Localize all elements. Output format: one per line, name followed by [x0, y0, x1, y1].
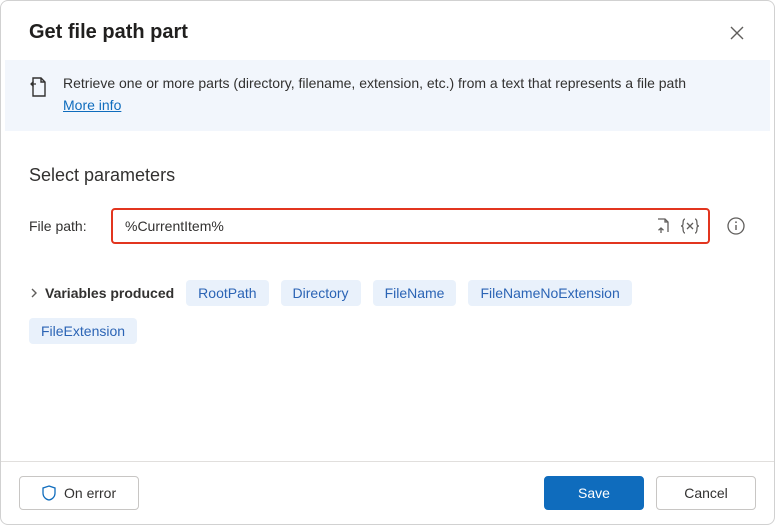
- file-path-row: File path:: [29, 208, 746, 244]
- description-text: Retrieve one or more parts (directory, f…: [63, 75, 686, 91]
- variables-toggle[interactable]: Variables produced: [29, 285, 174, 301]
- file-icon: [29, 76, 49, 101]
- dialog-title: Get file path part: [29, 21, 188, 44]
- file-path-label: File path:: [29, 218, 99, 234]
- close-icon: [730, 26, 744, 40]
- on-error-button[interactable]: On error: [19, 476, 139, 510]
- variable-picker-button[interactable]: [680, 218, 700, 234]
- variable-pill[interactable]: RootPath: [186, 280, 268, 306]
- variable-pill[interactable]: Directory: [281, 280, 361, 306]
- file-path-input-wrap: [111, 208, 710, 244]
- file-path-info-button[interactable]: [726, 216, 746, 236]
- cancel-label: Cancel: [684, 485, 728, 501]
- input-icons: [654, 217, 700, 235]
- section-title: Select parameters: [29, 165, 746, 186]
- dialog-footer: On error Save Cancel: [1, 461, 774, 524]
- variable-icon: [680, 218, 700, 234]
- shield-icon: [42, 485, 56, 501]
- save-button[interactable]: Save: [544, 476, 644, 510]
- on-error-label: On error: [64, 485, 116, 501]
- variable-pill[interactable]: FileNameNoExtension: [468, 280, 631, 306]
- file-picker-button[interactable]: [654, 217, 672, 235]
- close-button[interactable]: [728, 24, 746, 42]
- more-info-link[interactable]: More info: [63, 96, 121, 116]
- file-select-icon: [654, 217, 672, 235]
- description-text-wrap: Retrieve one or more parts (directory, f…: [63, 74, 686, 115]
- chevron-right-icon: [29, 288, 39, 298]
- description-banner: Retrieve one or more parts (directory, f…: [5, 60, 770, 131]
- info-icon: [727, 217, 745, 235]
- variable-pill[interactable]: FileName: [373, 280, 457, 306]
- variables-row: Variables produced RootPath Directory Fi…: [29, 280, 746, 344]
- variables-toggle-label: Variables produced: [45, 285, 174, 301]
- file-path-input[interactable]: [123, 217, 654, 235]
- dialog-header: Get file path part: [1, 1, 774, 60]
- variable-pill[interactable]: FileExtension: [29, 318, 137, 344]
- dialog-content: Select parameters File path:: [1, 131, 774, 461]
- save-label: Save: [578, 485, 610, 501]
- dialog: Get file path part Retrieve one or more …: [0, 0, 775, 525]
- footer-right: Save Cancel: [544, 476, 756, 510]
- cancel-button[interactable]: Cancel: [656, 476, 756, 510]
